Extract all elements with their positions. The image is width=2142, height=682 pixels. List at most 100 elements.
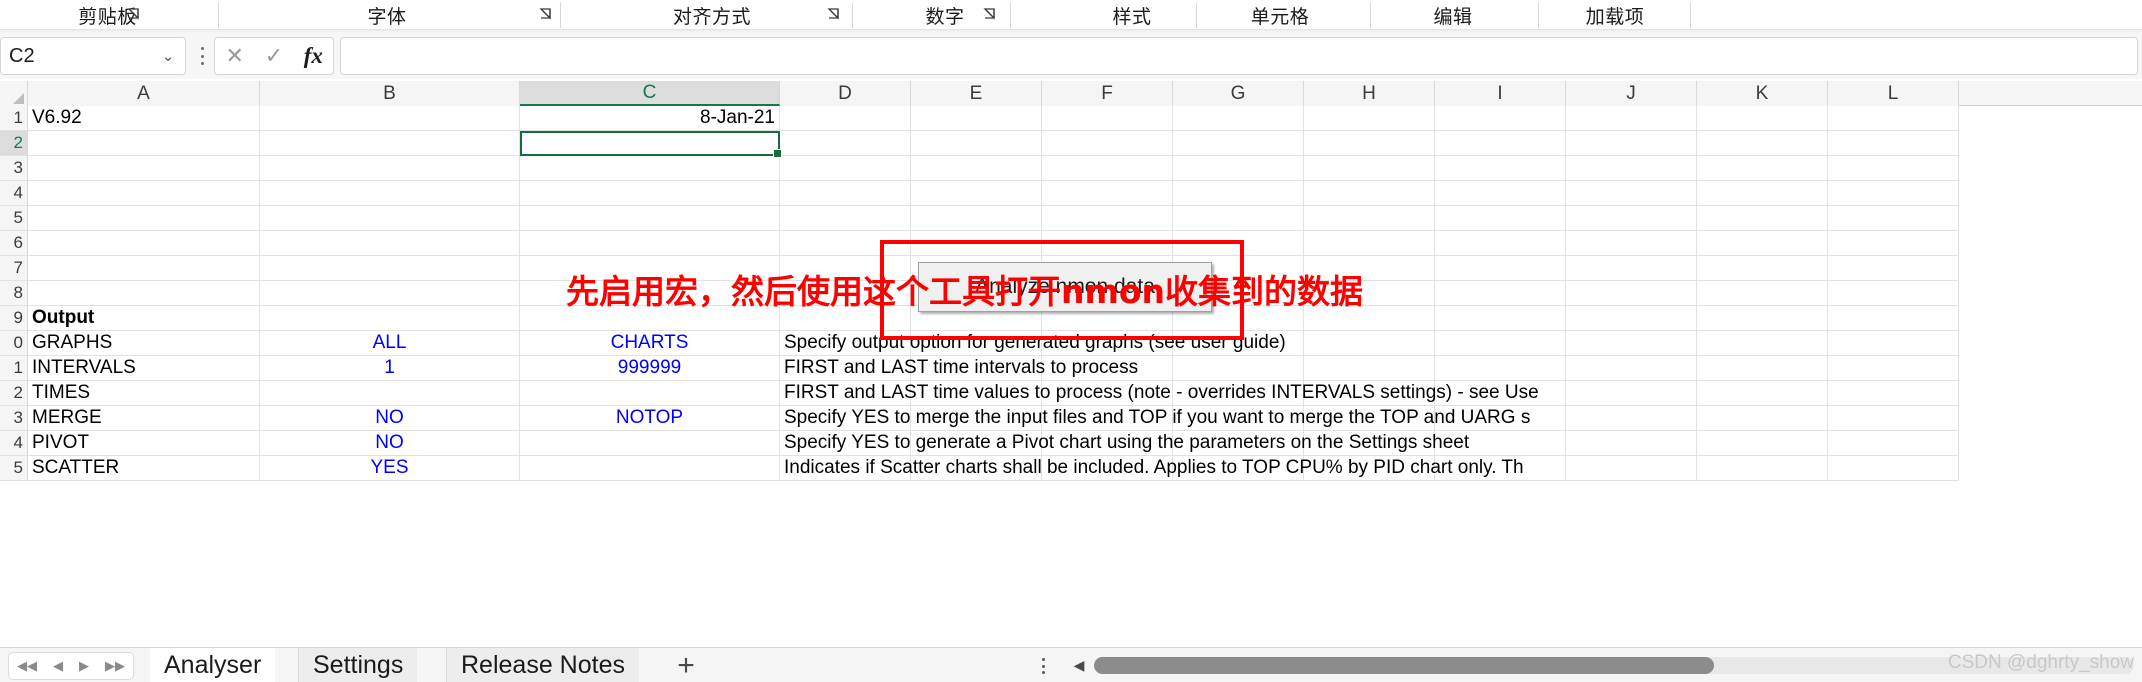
cell-L4[interactable] bbox=[1828, 431, 1959, 456]
cell-L9[interactable] bbox=[1828, 306, 1959, 331]
prev-sheet-icon[interactable]: ◀ bbox=[53, 658, 63, 674]
dialog-launcher-icon[interactable] bbox=[824, 4, 844, 24]
chevron-down-icon[interactable]: ⌄ bbox=[159, 47, 177, 65]
column-header-D[interactable]: D bbox=[780, 81, 911, 106]
row-header[interactable]: 2 bbox=[0, 381, 28, 406]
cell-A9[interactable]: Output bbox=[28, 306, 260, 331]
cell-L1[interactable] bbox=[1828, 106, 1959, 131]
cell-K2[interactable] bbox=[1697, 381, 1828, 406]
cell-J7[interactable] bbox=[1566, 256, 1697, 281]
cell-L6[interactable] bbox=[1828, 231, 1959, 256]
cell-B2[interactable] bbox=[260, 131, 520, 156]
cell-E3[interactable] bbox=[911, 156, 1042, 181]
cell-F5[interactable] bbox=[1042, 206, 1173, 231]
cell-A5[interactable]: SCATTER bbox=[28, 456, 260, 481]
cell-A0[interactable]: GRAPHS bbox=[28, 331, 260, 356]
cell-E6[interactable] bbox=[911, 231, 1042, 256]
cell-D1[interactable]: FIRST and LAST time intervals to process bbox=[780, 356, 1138, 381]
cell-H4[interactable] bbox=[1304, 181, 1435, 206]
cell-D2[interactable] bbox=[780, 131, 911, 156]
first-sheet-icon[interactable]: ◀◀ bbox=[17, 658, 37, 674]
cell-L1[interactable] bbox=[1828, 356, 1959, 381]
last-sheet-icon[interactable]: ▶▶ bbox=[105, 658, 125, 674]
cell-B1[interactable]: 1 bbox=[260, 356, 520, 381]
cell-D0[interactable]: Specify output option for generated grap… bbox=[780, 331, 1286, 356]
cell-C5[interactable] bbox=[520, 206, 780, 231]
cell-A4[interactable]: PIVOT bbox=[28, 431, 260, 456]
cell-D3[interactable] bbox=[780, 156, 911, 181]
cell-C0[interactable]: CHARTS bbox=[520, 331, 780, 356]
cell-G2[interactable] bbox=[1173, 131, 1304, 156]
cell-J2[interactable] bbox=[1566, 131, 1697, 156]
cell-J4[interactable] bbox=[1566, 431, 1697, 456]
cell-H3[interactable] bbox=[1304, 156, 1435, 181]
cell-B4[interactable]: NO bbox=[260, 431, 520, 456]
next-sheet-icon[interactable]: ▶ bbox=[79, 658, 89, 674]
cell-B6[interactable] bbox=[260, 231, 520, 256]
cell-E1[interactable] bbox=[911, 106, 1042, 131]
cell-J3[interactable] bbox=[1566, 406, 1697, 431]
cell-D3[interactable]: Specify YES to merge the input files and… bbox=[780, 406, 1530, 431]
cell-A2[interactable]: TIMES bbox=[28, 381, 260, 406]
column-header-L[interactable]: L bbox=[1828, 81, 1959, 106]
cell-C2[interactable] bbox=[520, 381, 780, 406]
cell-B3[interactable] bbox=[260, 156, 520, 181]
column-header-E[interactable]: E bbox=[911, 81, 1042, 106]
cell-A1[interactable]: INTERVALS bbox=[28, 356, 260, 381]
row-header[interactable]: 2 bbox=[0, 131, 28, 156]
horizontal-scrollbar-thumb[interactable] bbox=[1094, 657, 1714, 674]
cell-L5[interactable] bbox=[1828, 456, 1959, 481]
row-header[interactable]: 7 bbox=[0, 256, 28, 281]
row-header[interactable]: 5 bbox=[0, 206, 28, 231]
cell-J2[interactable] bbox=[1566, 381, 1697, 406]
name-box[interactable]: C2 ⌄ bbox=[0, 37, 186, 75]
cell-C1[interactable]: 999999 bbox=[520, 356, 780, 381]
row-header[interactable]: 1 bbox=[0, 106, 28, 131]
cell-K7[interactable] bbox=[1697, 256, 1828, 281]
cell-A1[interactable]: V6.92 bbox=[28, 106, 260, 131]
column-header-C[interactable]: C bbox=[520, 81, 780, 106]
cell-A8[interactable] bbox=[28, 281, 260, 306]
cell-D4[interactable]: Specify YES to generate a Pivot chart us… bbox=[780, 431, 1469, 456]
cell-E4[interactable] bbox=[911, 181, 1042, 206]
cell-I4[interactable] bbox=[1435, 181, 1566, 206]
row-header[interactable]: 4 bbox=[0, 431, 28, 456]
row-header[interactable]: 5 bbox=[0, 456, 28, 481]
cell-G3[interactable] bbox=[1173, 156, 1304, 181]
row-header[interactable]: 8 bbox=[0, 281, 28, 306]
sheet-tab-settings[interactable]: Settings bbox=[298, 648, 418, 682]
sheet-tab-release-notes[interactable]: Release Notes bbox=[446, 648, 639, 682]
cell-B5[interactable]: YES bbox=[260, 456, 520, 481]
cell-C1[interactable]: 8-Jan-21 bbox=[520, 106, 780, 131]
column-header-H[interactable]: H bbox=[1304, 81, 1435, 106]
cell-J1[interactable] bbox=[1566, 106, 1697, 131]
cell-L2[interactable] bbox=[1828, 131, 1959, 156]
row-header[interactable]: 4 bbox=[0, 181, 28, 206]
cell-I5[interactable] bbox=[1435, 206, 1566, 231]
cell-J5[interactable] bbox=[1566, 206, 1697, 231]
cell-C4[interactable] bbox=[520, 181, 780, 206]
cell-D6[interactable] bbox=[780, 231, 911, 256]
add-sheet-icon[interactable]: + bbox=[664, 648, 708, 682]
cell-I1[interactable] bbox=[1435, 356, 1566, 381]
cell-C4[interactable] bbox=[520, 431, 780, 456]
column-header-B[interactable]: B bbox=[260, 81, 520, 106]
cell-D2[interactable]: FIRST and LAST time values to process (n… bbox=[780, 381, 1539, 406]
cell-C3[interactable]: NOTOP bbox=[520, 406, 780, 431]
cell-D4[interactable] bbox=[780, 181, 911, 206]
cell-L4[interactable] bbox=[1828, 181, 1959, 206]
cell-D5[interactable] bbox=[780, 206, 911, 231]
cell-K2[interactable] bbox=[1697, 131, 1828, 156]
cell-B9[interactable] bbox=[260, 306, 520, 331]
cell-H6[interactable] bbox=[1304, 231, 1435, 256]
column-header-F[interactable]: F bbox=[1042, 81, 1173, 106]
cell-B0[interactable]: ALL bbox=[260, 331, 520, 356]
column-header-G[interactable]: G bbox=[1173, 81, 1304, 106]
formula-input[interactable] bbox=[340, 37, 2138, 75]
cell-B8[interactable] bbox=[260, 281, 520, 306]
cell-J1[interactable] bbox=[1566, 356, 1697, 381]
cell-J8[interactable] bbox=[1566, 281, 1697, 306]
cell-B7[interactable] bbox=[260, 256, 520, 281]
cell-F6[interactable] bbox=[1042, 231, 1173, 256]
cell-C2[interactable] bbox=[520, 131, 780, 156]
